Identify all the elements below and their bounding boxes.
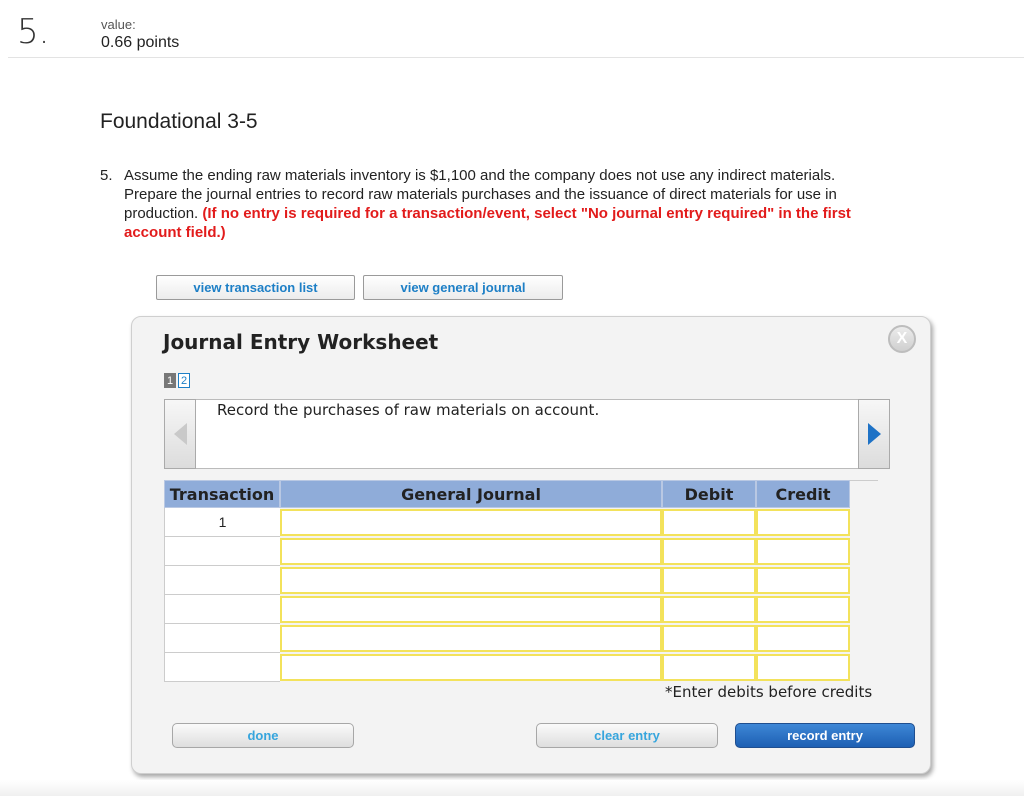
credit-input[interactable] <box>756 509 850 536</box>
close-icon[interactable]: X <box>888 325 916 353</box>
credit-input[interactable] <box>756 567 850 594</box>
arrow-left-icon <box>174 423 187 445</box>
account-input[interactable] <box>280 625 662 652</box>
prev-entry-button[interactable] <box>164 399 196 469</box>
debit-input[interactable] <box>662 654 756 681</box>
top-divider <box>8 57 1024 58</box>
done-button[interactable]: done <box>172 723 354 748</box>
column-header-credit: Credit <box>756 480 850 508</box>
transaction-cell <box>164 595 280 624</box>
debit-input[interactable] <box>662 567 756 594</box>
value-points: 0.66 points <box>101 34 180 51</box>
account-input[interactable] <box>280 567 662 594</box>
column-header-general-journal: General Journal <box>280 480 662 508</box>
next-entry-button[interactable] <box>858 399 890 469</box>
transaction-cell: 1 <box>164 508 280 537</box>
bottom-fade <box>0 780 1024 796</box>
header-divider <box>850 480 878 481</box>
account-input[interactable] <box>280 538 662 565</box>
account-input[interactable] <box>280 509 662 536</box>
debits-before-credits-hint: *Enter debits before credits <box>665 683 873 701</box>
arrow-right-icon <box>868 423 881 445</box>
value-label: value: <box>101 17 136 32</box>
column-header-transaction: Transaction <box>164 480 280 508</box>
worksheet-pager: 1 2 <box>164 373 190 388</box>
transaction-cell <box>164 566 280 595</box>
page-2-button[interactable]: 2 <box>178 373 190 388</box>
credit-input[interactable] <box>756 654 850 681</box>
credit-input[interactable] <box>756 625 850 652</box>
transaction-cell <box>164 624 280 653</box>
view-general-journal-button[interactable]: view general journal <box>363 275 563 300</box>
view-transaction-list-button[interactable]: view transaction list <box>156 275 355 300</box>
journal-entry-worksheet: Journal Entry Worksheet X 1 2 Record the… <box>131 316 931 774</box>
debit-input[interactable] <box>662 538 756 565</box>
question-body: Assume the ending raw materials inventor… <box>124 166 870 242</box>
question-instruction: (If no entry is required for a transacti… <box>124 205 851 241</box>
credit-input[interactable] <box>756 538 850 565</box>
question-item-number: 5. <box>100 167 113 184</box>
transaction-cell <box>164 653 280 682</box>
clear-entry-button[interactable]: clear entry <box>536 723 718 748</box>
account-input[interactable] <box>280 596 662 623</box>
debit-input[interactable] <box>662 596 756 623</box>
page-1-button[interactable]: 1 <box>164 373 176 388</box>
question-number: 5. <box>17 12 50 52</box>
debit-input[interactable] <box>662 625 756 652</box>
transaction-cell <box>164 537 280 566</box>
question-title: Foundational 3-5 <box>100 110 258 133</box>
record-entry-button[interactable]: record entry <box>735 723 915 748</box>
column-header-debit: Debit <box>662 480 756 508</box>
account-input[interactable] <box>280 654 662 681</box>
worksheet-title: Journal Entry Worksheet <box>163 330 439 354</box>
credit-input[interactable] <box>756 596 850 623</box>
instruction-text: Record the purchases of raw materials on… <box>217 401 600 419</box>
question-text: 5. Assume the ending raw materials inven… <box>100 166 870 242</box>
debit-input[interactable] <box>662 509 756 536</box>
